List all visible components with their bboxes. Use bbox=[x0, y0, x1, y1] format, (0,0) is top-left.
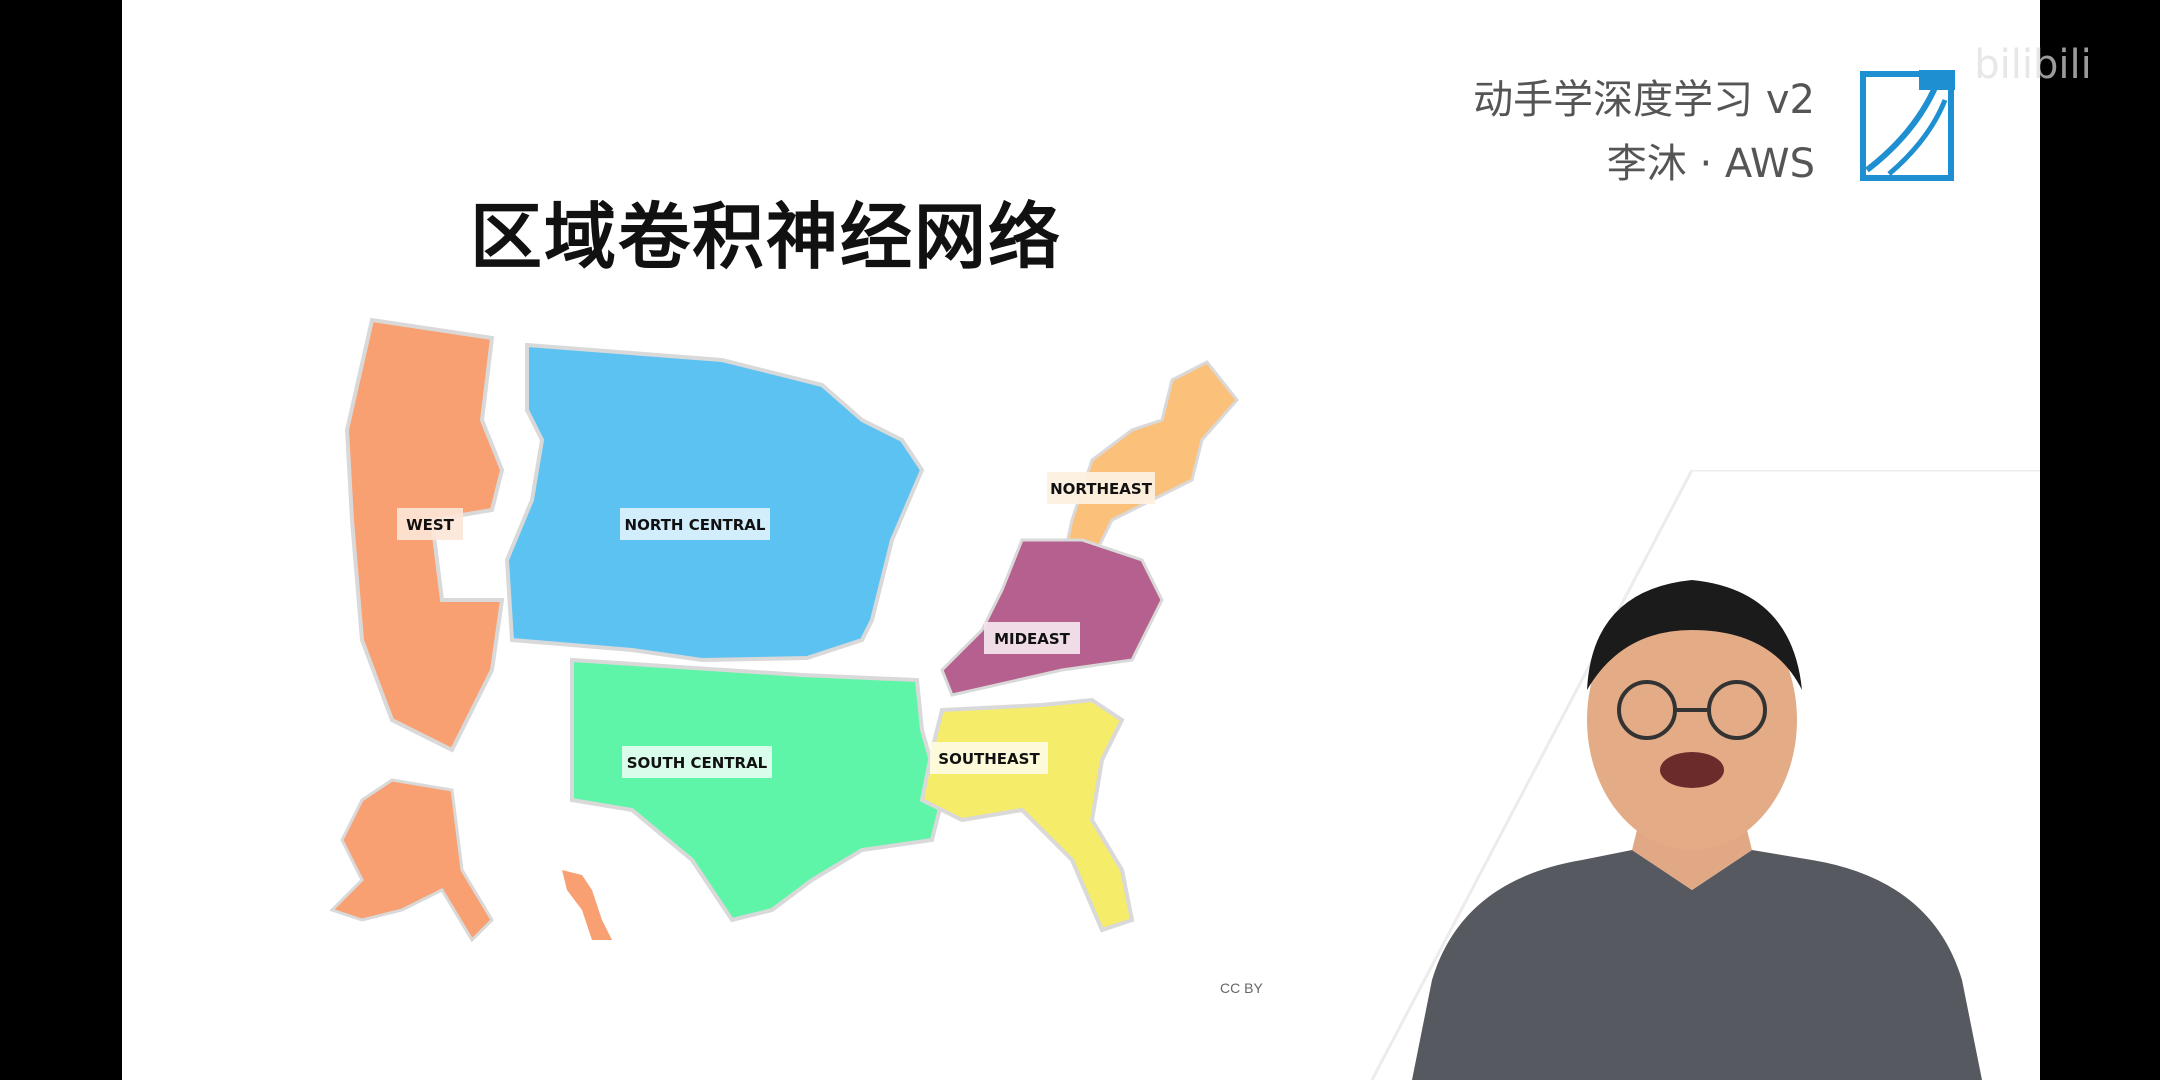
region-mideast bbox=[940, 538, 1164, 697]
label-northeast: NORTHEAST bbox=[1047, 472, 1155, 504]
svg-text:bilibili: bilibili bbox=[1974, 42, 2091, 88]
course-author: 李沐 · AWS bbox=[1606, 141, 1815, 187]
region-alaska bbox=[329, 778, 494, 943]
label-mideast: MIDEAST bbox=[984, 622, 1080, 654]
label-north-central: NORTH CENTRAL bbox=[620, 508, 770, 540]
lecture-slide: 区域卷积神经网络 动手学深度学习 v2 李沐 · AWS WEST NORTH … bbox=[122, 0, 2040, 1080]
region-southeast bbox=[919, 697, 1135, 933]
region-south-central bbox=[570, 657, 945, 923]
svg-text:WEST: WEST bbox=[406, 516, 455, 534]
region-hawaii bbox=[562, 870, 612, 940]
svg-text:SOUTH CENTRAL: SOUTH CENTRAL bbox=[627, 754, 768, 772]
svg-text:NORTH CENTRAL: NORTH CENTRAL bbox=[625, 516, 766, 534]
course-name: 动手学深度学习 v2 bbox=[1473, 77, 1815, 123]
image-credit: CC BY bbox=[1220, 980, 1263, 996]
svg-text:SOUTHEAST: SOUTHEAST bbox=[938, 750, 1040, 768]
presenter-video bbox=[1412, 580, 1982, 1080]
slide-title: 区域卷积神经网络 bbox=[470, 195, 1063, 279]
bilibili-watermark-icon: bilibili bbox=[1974, 42, 2091, 88]
us-regions-map: WEST NORTH CENTRAL NORTHEAST MIDEAST SOU… bbox=[329, 317, 1239, 943]
course-info: 动手学深度学习 v2 李沐 · AWS bbox=[1473, 68, 1815, 196]
region-north-central bbox=[504, 342, 925, 663]
svg-text:MIDEAST: MIDEAST bbox=[994, 630, 1071, 648]
svg-text:NORTHEAST: NORTHEAST bbox=[1050, 480, 1153, 498]
label-west: WEST bbox=[397, 508, 463, 540]
label-south-central: SOUTH CENTRAL bbox=[622, 746, 772, 778]
label-southeast: SOUTHEAST bbox=[930, 742, 1048, 774]
region-northeast bbox=[1060, 360, 1239, 567]
